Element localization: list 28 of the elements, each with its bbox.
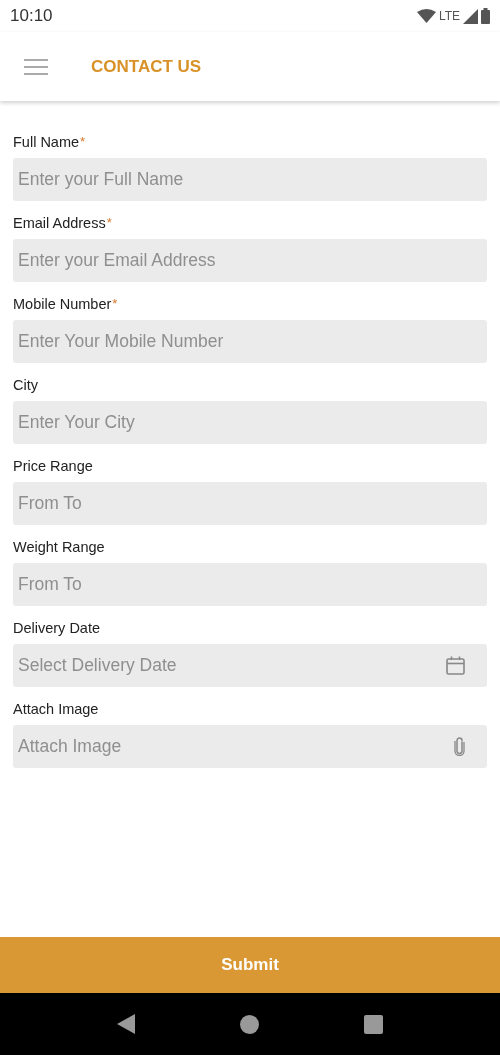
input-field[interactable]: From To <box>13 563 487 606</box>
network-type: LTE <box>438 9 460 23</box>
input-field[interactable]: Enter Your Mobile Number <box>13 320 487 363</box>
battery-icon <box>481 8 490 24</box>
back-icon[interactable] <box>117 1014 135 1034</box>
field-label: Email Address* <box>13 215 113 233</box>
recents-icon[interactable] <box>364 1014 383 1034</box>
paperclip-icon[interactable] <box>454 737 465 756</box>
field-label: Weight Range <box>13 539 106 557</box>
field-label: City <box>13 377 39 395</box>
field-label: Mobile Number* <box>13 296 119 314</box>
wifi-icon <box>416 9 436 23</box>
submit-button[interactable]: Submit <box>0 937 500 993</box>
input-field[interactable]: Select Delivery Date <box>13 644 487 687</box>
calendar-icon[interactable] <box>446 656 465 675</box>
input-field[interactable]: Enter Your City <box>13 401 487 444</box>
input-field[interactable]: From To <box>13 482 487 525</box>
status-time: 10:10 <box>10 6 53 26</box>
input-field[interactable]: Enter your Full Name <box>13 158 487 201</box>
signal-icon <box>463 8 478 24</box>
input-field[interactable]: Enter your Email Address <box>13 239 487 282</box>
page-title: CONTACT US <box>91 56 202 77</box>
input-field[interactable]: Attach Image <box>13 725 487 768</box>
field-label: Full Name* <box>13 134 87 152</box>
field-label: Delivery Date <box>13 620 102 638</box>
field-label: Attach Image <box>13 701 100 719</box>
home-icon[interactable] <box>240 1014 259 1034</box>
field-label: Price Range <box>13 458 94 476</box>
